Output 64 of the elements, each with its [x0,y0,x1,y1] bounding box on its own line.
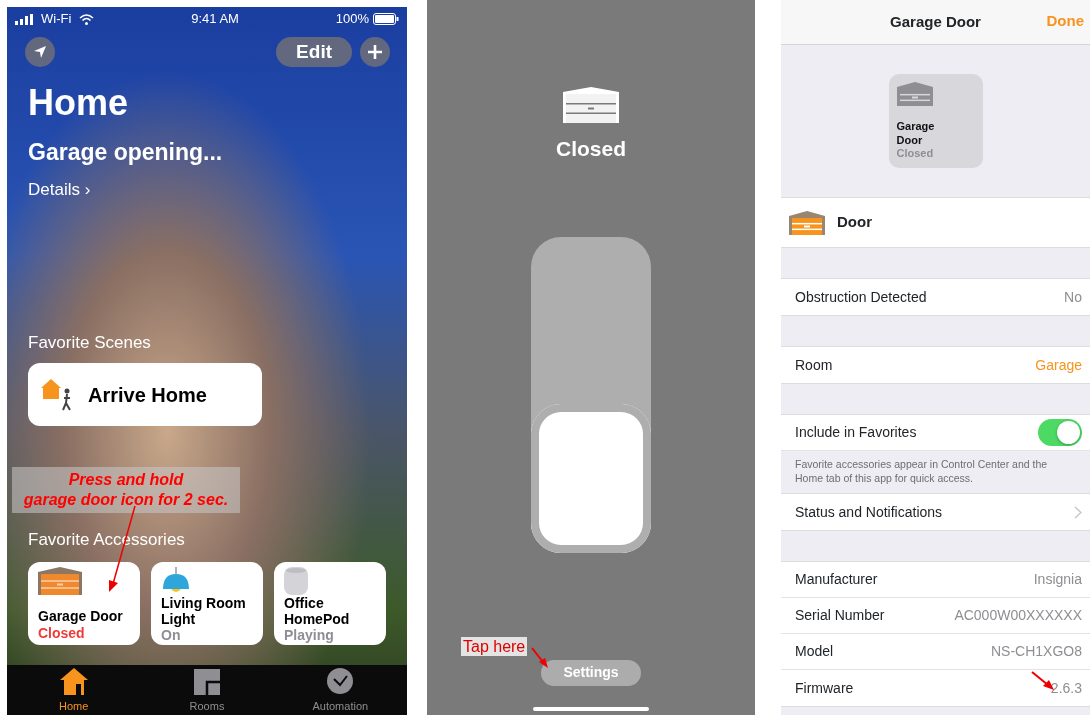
clock-time: 9:41 AM [191,10,239,29]
location-button[interactable] [25,37,55,67]
accessory-name: Living Room Light [161,594,247,627]
add-button[interactable] [360,37,390,67]
carrier-label: Wi-Fi [41,10,72,29]
location-arrow-icon [33,45,47,59]
status-text: Garage opening... [28,137,224,167]
row-value: Insignia [1033,570,1082,590]
section-heading: Favorite Scenes [28,331,152,354]
tab-item[interactable]: Rooms [157,668,257,715]
door-status: Closed [556,136,626,162]
plus-icon [367,44,383,60]
scene-card[interactable]: Arrive Home [28,363,262,427]
accessory-status: Closed [896,146,935,160]
signal-icon [15,13,33,25]
edit-button[interactable]: Edit [276,37,352,67]
garage-door-icon [563,87,619,123]
row-label: Include in Favorites [795,423,917,442]
accessory-status: Closed [38,624,86,641]
wifi-icon [79,13,95,25]
instruction-text: garage door icon for 2 sec. [22,490,230,511]
details-link[interactable]: Details › [28,177,91,203]
row-value: No [1064,287,1082,307]
pendant-lamp-icon [161,566,191,595]
row-value: 2.6.3 [1050,678,1082,698]
accessory-name: Garage Door [896,120,936,147]
battery-percent: 100% [335,10,369,29]
garage-door-icon [789,210,825,235]
row-label: Serial Number [795,606,885,626]
battery-icon [373,13,399,25]
row-label: Status and Notifications [795,502,943,522]
accessory-name: Office HomePod [284,594,351,627]
instruction-text: Press and hold [67,470,185,491]
footnote-text: Favorite accessories appear in Control Center and the Home tab of this app for quick access. [781,451,1090,494]
row-label: Firmware [795,678,854,698]
row-value: NS-CH1XGO8 [990,642,1082,662]
speaker-icon [284,566,308,595]
instruction-text: Tap here [461,636,528,656]
chevron-icon [1074,505,1082,519]
row-value: AC000W00XXXXXX [954,606,1082,626]
page-title: Home [28,83,130,123]
garage-door-icon [38,566,82,595]
rooms-icon [194,668,220,695]
row-label: Obstruction Detected [795,287,927,307]
scene-name: Arrive Home [88,382,207,408]
accessory-name: Garage Door [38,608,124,625]
accessory-status: On [161,626,181,643]
row-label: Room [795,355,833,375]
accessory-status: Playing [284,626,335,643]
tab-item[interactable]: Home [23,666,124,715]
toggle-switch[interactable] [1038,419,1082,446]
accessory-tile[interactable]: Garage Door Closed [28,561,140,645]
settings-row[interactable]: Status and Notifications [781,494,1090,531]
tab-item[interactable]: Automation [290,666,391,715]
row-label: Manufacturer [795,570,878,590]
pointer-arrow [531,647,548,668]
row-label: Model [795,642,834,662]
garage-door-icon [896,82,933,106]
row-value: Garage [1035,355,1082,375]
door-slider[interactable] [531,236,651,553]
service-name: Door [837,212,872,233]
accessory-tile[interactable]: Office HomePod Playing [274,561,386,645]
accessory-tile[interactable]: Living Room Light On [151,561,263,645]
screen-title: Garage Door [890,11,981,32]
